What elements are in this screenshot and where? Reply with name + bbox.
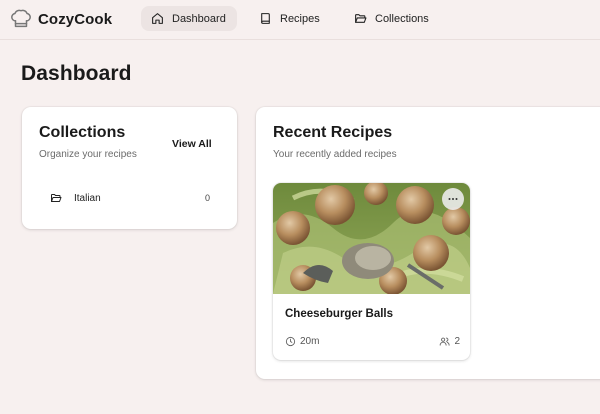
page-title: Dashboard xyxy=(21,62,132,85)
cook-time-value: 20m xyxy=(300,336,320,347)
collections-card-title: Collections xyxy=(39,124,126,141)
folder-open-icon xyxy=(355,14,367,23)
top-navigation: CozyCook Dashboard Recipes Collections xyxy=(0,0,600,40)
recipe-title: Cheeseburger Balls xyxy=(285,308,394,320)
servings: 2 xyxy=(439,336,460,347)
recipe-card[interactable]: Cheeseburger Balls 20m 2 xyxy=(273,183,470,360)
collection-count: 0 xyxy=(204,193,210,203)
book-icon xyxy=(261,13,270,24)
collections-card: Collections Organize your recipes View A… xyxy=(22,107,237,229)
more-horizontal-icon xyxy=(448,198,458,200)
nav-dashboard[interactable]: Dashboard xyxy=(141,6,237,31)
nav-dashboard-label: Dashboard xyxy=(172,12,226,25)
servings-value: 2 xyxy=(454,336,460,347)
folder-open-icon xyxy=(51,194,62,202)
collection-name: Italian xyxy=(74,192,101,204)
recent-recipes-title: Recent Recipes xyxy=(273,124,393,141)
recipe-image[interactable] xyxy=(273,183,470,294)
nav-collections-label: Collections xyxy=(375,12,429,25)
cook-time: 20m xyxy=(285,336,319,347)
recipe-meta: 20m 2 xyxy=(285,336,460,350)
collection-item-italian[interactable]: Italian 0 xyxy=(50,190,210,206)
home-icon xyxy=(152,13,163,24)
collections-card-subtitle: Organize your recipes xyxy=(39,149,137,160)
recent-recipes-card: Recent Recipes Your recently added recip… xyxy=(256,107,600,379)
chef-hat-icon xyxy=(11,9,31,28)
users-icon xyxy=(440,337,450,346)
nav-collections[interactable]: Collections xyxy=(344,6,440,31)
brand[interactable]: CozyCook xyxy=(10,8,112,30)
nav-recipes[interactable]: Recipes xyxy=(249,6,331,31)
nav-recipes-label: Recipes xyxy=(280,12,320,25)
view-all-button[interactable]: View All xyxy=(172,138,212,150)
brand-name: CozyCook xyxy=(38,10,113,28)
recent-recipes-subtitle: Your recently added recipes xyxy=(273,149,397,160)
more-options-button[interactable] xyxy=(442,188,464,210)
clock-icon xyxy=(285,336,296,347)
